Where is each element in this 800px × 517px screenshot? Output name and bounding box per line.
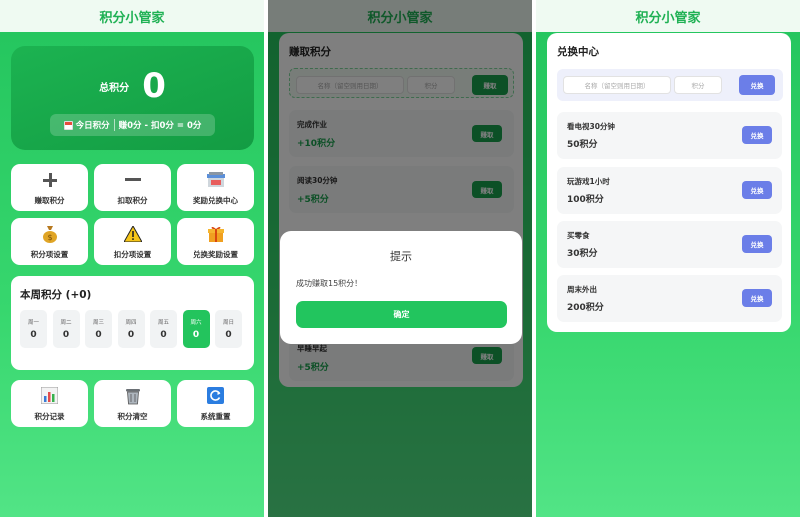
reward-settings-label: 兑换奖励设置 (193, 249, 238, 259)
exchange-reward-button[interactable]: 兑换 (742, 181, 772, 199)
reward-item: 看电视30分钟 50积分 兑换 (557, 112, 782, 159)
reward-name: 看电视30分钟 (567, 122, 615, 131)
trash-icon (125, 386, 141, 406)
reward-name: 玩游戏1小时 (567, 177, 610, 186)
earn-points-button[interactable]: 赚取积分 (11, 164, 88, 211)
exchange-title: 兑换中心 (557, 46, 599, 58)
reward-center-button[interactable]: 奖励兑换中心 (177, 164, 254, 211)
day-name: 周一 (27, 320, 39, 326)
reward-cost: 50积分 (567, 140, 598, 150)
reward-center-label: 奖励兑换中心 (193, 195, 238, 205)
earn-screen: 积分小管家 赚取积分 名称（留空则用日期） 积分 赚取 完成作业 +10积分 赚… (268, 0, 532, 517)
exchange-points-input[interactable]: 积分 (674, 76, 722, 94)
day-name: 周二 (60, 320, 72, 326)
reward-item: 玩游戏1小时 100积分 兑换 (557, 167, 782, 214)
reward-cost: 200积分 (567, 303, 604, 313)
reward-name: 周末外出 (567, 285, 597, 294)
minus-icon (124, 170, 141, 190)
exchange-reward-button[interactable]: 兑换 (742, 235, 772, 253)
dialog-message: 成功赚取15积分！ (296, 279, 363, 288)
app-title: 积分小管家 (635, 10, 701, 26)
plus-icon (42, 170, 57, 190)
day-name: 周日 (222, 320, 234, 326)
earn-settings-button[interactable]: $ 积分项设置 (11, 218, 88, 265)
exchange-center-card: 兑换中心 名称（留空则用日期） 积分 兑换 看电视30分钟 50积分 兑换 玩游… (547, 33, 791, 332)
today-label: 今日积分 (75, 121, 110, 131)
clear-points-label: 积分清空 (117, 411, 148, 421)
day-name: 周四 (125, 320, 137, 326)
store-icon (206, 170, 225, 190)
day-value: 0 (160, 330, 167, 340)
divider (113, 119, 115, 131)
reward-item: 买零食 30积分 兑换 (557, 221, 782, 268)
system-reset-label: 系统重置 (200, 411, 231, 421)
home-screen: 积分小管家 总积分 0 今日积分 赚0分 - 扣0分 = 0分 赚取积分 扣取积… (0, 0, 264, 517)
total-score-value: 0 (142, 66, 166, 106)
earn-points-label: 赚取积分 (34, 195, 65, 205)
day-value: 0 (127, 330, 135, 340)
reward-cost: 100积分 (567, 195, 604, 205)
day-card: 周一 0 (20, 310, 47, 348)
total-score: 总积分 0 (11, 66, 254, 106)
app-header: 积分小管家 (536, 0, 800, 32)
day-value: 0 (95, 330, 102, 340)
day-name: 周三 (92, 320, 104, 326)
app-header: 积分小管家 (0, 0, 264, 32)
deduct-settings-button[interactable]: 扣分项设置 (94, 218, 171, 265)
points-history-button[interactable]: 积分记录 (11, 380, 88, 427)
svg-text:$: $ (47, 233, 52, 242)
app-title: 积分小管家 (99, 10, 165, 26)
exchange-submit-button[interactable]: 兑换 (739, 75, 775, 95)
deduct-settings-label: 扣分项设置 (113, 249, 152, 259)
system-reset-button[interactable]: 系统重置 (177, 380, 254, 427)
weekly-points-card: 本周积分 (+0) 周一 0 周二 0 周三 0 周四 0 周五 0 周六 0 … (11, 276, 254, 370)
day-card: 周四 0 (117, 310, 145, 348)
dialog-title: 提示 (390, 250, 412, 263)
day-card-active: 周六 0 (182, 310, 210, 348)
points-history-label: 积分记录 (34, 411, 65, 421)
reward-item: 周末外出 200积分 兑换 (557, 275, 782, 322)
bar-chart-icon (41, 386, 58, 406)
dialog-confirm-button[interactable]: 确定 (296, 301, 507, 328)
calendar-icon (63, 120, 73, 130)
alert-dialog: 提示 成功赚取15积分！ 确定 (280, 231, 522, 344)
exchange-name-input[interactable]: 名称（留空则用日期） (563, 76, 671, 94)
day-card: 周日 0 (215, 310, 242, 348)
refresh-icon (207, 386, 224, 406)
total-score-label: 总积分 (99, 82, 130, 94)
today-formula: 赚0分 - 扣0分 = 0分 (118, 121, 202, 131)
warning-icon (123, 224, 142, 244)
exchange-screen: 积分小管家 兑换中心 名称（留空则用日期） 积分 兑换 看电视30分钟 50积分… (536, 0, 800, 517)
day-name: 周五 (157, 320, 169, 326)
exchange-reward-button[interactable]: 兑换 (742, 289, 772, 307)
day-card: 周五 0 (150, 310, 177, 348)
today-summary: 今日积分 赚0分 - 扣0分 = 0分 (50, 114, 215, 136)
deduct-points-label: 扣取积分 (117, 195, 148, 205)
weekly-points-title: 本周积分 (+0) (20, 289, 92, 301)
day-value: 0 (225, 330, 232, 340)
reward-cost: 30积分 (567, 249, 598, 259)
day-value: 0 (192, 330, 200, 340)
day-value: 0 (62, 330, 70, 340)
day-card: 周三 0 (85, 310, 112, 348)
reward-settings-button[interactable]: 兑换奖励设置 (177, 218, 254, 265)
reward-name: 买零食 (567, 231, 590, 240)
day-value: 0 (30, 330, 37, 340)
day-name: 周六 (190, 320, 202, 326)
custom-exchange-form: 名称（留空则用日期） 积分 兑换 (557, 69, 783, 101)
money-bag-icon: $ (42, 224, 58, 244)
deduct-points-button[interactable]: 扣取积分 (94, 164, 171, 211)
exchange-reward-button[interactable]: 兑换 (742, 126, 772, 144)
clear-points-button[interactable]: 积分清空 (94, 380, 171, 427)
gift-icon (207, 224, 224, 244)
earn-settings-label: 积分项设置 (30, 249, 69, 259)
day-card: 周二 0 (52, 310, 80, 348)
